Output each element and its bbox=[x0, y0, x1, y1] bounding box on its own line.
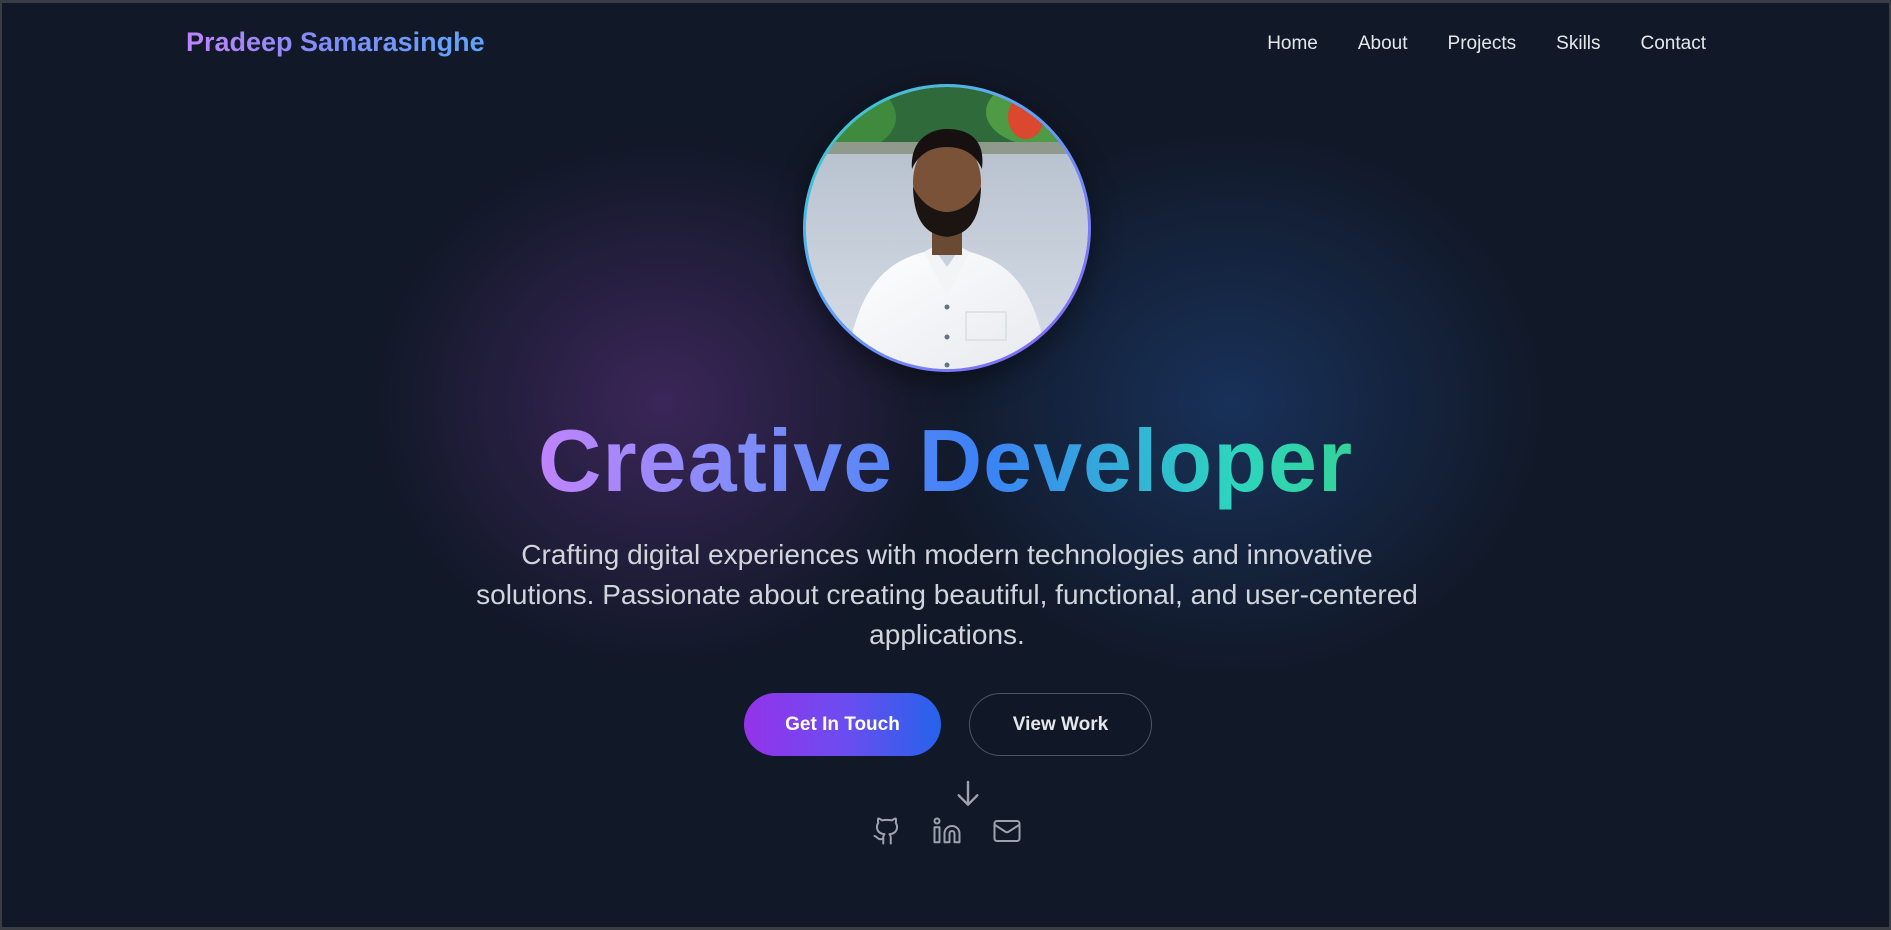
top-navigation: Pradeep Samarasinghe Home About Projects… bbox=[2, 3, 1889, 87]
view-work-button[interactable]: View Work bbox=[969, 693, 1152, 756]
get-in-touch-button[interactable]: Get In Touch bbox=[744, 693, 941, 756]
profile-photo-ring bbox=[803, 84, 1091, 372]
social-links bbox=[872, 816, 1022, 846]
nav-link-projects[interactable]: Projects bbox=[1448, 33, 1517, 55]
linkedin-icon[interactable] bbox=[932, 816, 962, 846]
nav-link-home[interactable]: Home bbox=[1267, 33, 1318, 55]
hero-headline-text: Creative Developer bbox=[537, 411, 1354, 510]
hero-headline: Creative Developer bbox=[2, 411, 1889, 510]
browser-viewport: Pradeep Samarasinghe Home About Projects… bbox=[2, 3, 1889, 927]
nav-link-contact[interactable]: Contact bbox=[1641, 33, 1706, 55]
mail-icon[interactable] bbox=[992, 816, 1022, 846]
github-icon[interactable] bbox=[872, 816, 902, 846]
arrow-down-icon[interactable] bbox=[952, 778, 984, 810]
nav-link-about[interactable]: About bbox=[1358, 33, 1408, 55]
profile-photo bbox=[806, 87, 1088, 369]
brand-logo[interactable]: Pradeep Samarasinghe bbox=[186, 27, 485, 58]
nav-links: Home About Projects Skills Contact bbox=[1267, 33, 1706, 55]
nav-link-skills[interactable]: Skills bbox=[1556, 33, 1600, 55]
hero-tagline: Crafting digital experiences with modern… bbox=[476, 539, 1418, 650]
